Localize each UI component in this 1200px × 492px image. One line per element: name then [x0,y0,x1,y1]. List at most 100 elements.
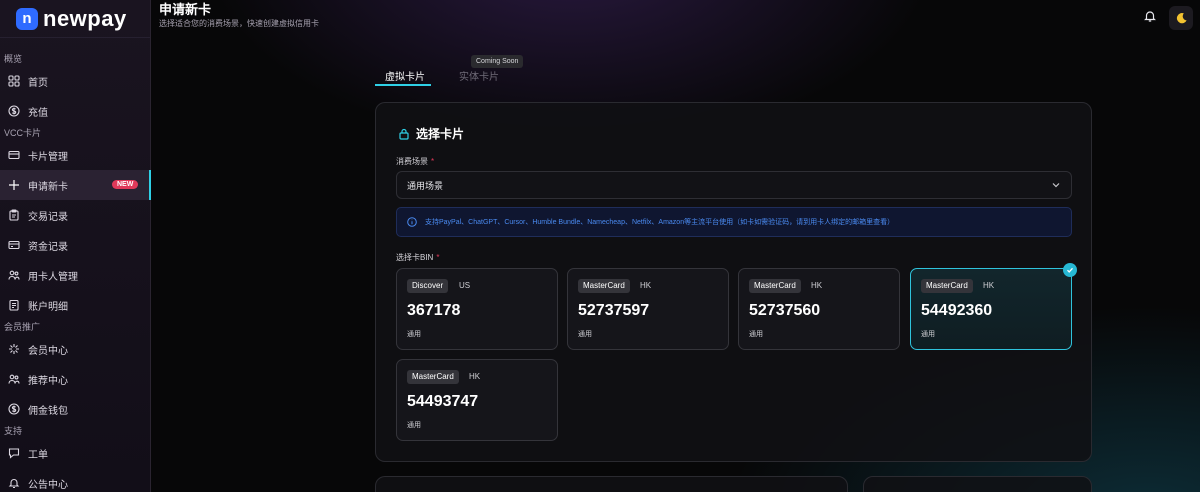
card-brand-tag: MasterCard [407,370,459,384]
sidebar-item-label: 佣金钱包 [28,405,68,417]
sidebar-item-label: 资金记录 [28,241,68,253]
users-icon [8,373,20,385]
new-badge: NEW [112,180,139,189]
chat-icon [8,447,20,459]
sidebar-item-announcements[interactable]: 公告中心 [0,468,150,492]
bin-option[interactable]: MasterCard HK 52737597 通用 [567,268,729,350]
bin-scene: 通用 [407,331,421,338]
logo-mark: n [16,7,38,30]
bin-option-selected[interactable]: MasterCard HK 54492360 通用 [910,263,1077,350]
card-icon [8,149,20,161]
card-brand-tag: MasterCard [921,279,973,293]
card-brand-tag: Discover [407,279,449,293]
card-region: US [459,281,471,290]
sidebar-item-commission-wallet[interactable]: 佣金钱包 [0,394,150,424]
checkmark-icon [1063,263,1077,277]
sidebar-item-recharge[interactable]: 充值 [0,96,150,126]
nav-section-vcc: VCC卡片 [4,128,42,138]
active-tab-indicator [375,84,431,86]
sidebar-item-label: 工单 [28,449,48,461]
main-content: 申请新卡 选择适合您的消费场景，快速创建虚拟信用卡 虚拟卡片 实体卡片 Comi… [151,0,1200,492]
scene-label-text: 消费场景 [396,157,428,166]
sidebar-item-label: 交易记录 [28,211,68,223]
theme-toggle-button[interactable] [1169,6,1193,30]
coming-soon-tooltip: Coming Soon [471,55,524,68]
bin-label-text: 选择卡BIN [396,253,434,262]
bottom-panel-right [863,476,1092,492]
top-bar: 申请新卡 选择适合您的消费场景，快速创建虚拟信用卡 [151,0,1200,38]
bin-option[interactable]: Discover US 367178 通用 [396,268,558,350]
bin-scene: 通用 [749,331,763,338]
sidebar-item-transactions[interactable]: 交易记录 [0,200,150,230]
scene-label: 消费场景 * [396,156,434,167]
page-subtitle: 选择适合您的消费场景，快速创建虚拟信用卡 [159,19,319,28]
sidebar-item-label: 公告中心 [28,479,68,491]
bell-icon [8,477,20,489]
sidebar-item-tickets[interactable]: 工单 [0,438,150,468]
sidebar-item-cardholders[interactable]: 用卡人管理 [0,260,150,290]
tab-virtual-card[interactable]: 虚拟卡片 [385,68,425,83]
sidebar-item-fund-records[interactable]: 资金记录 [0,230,150,260]
nav-section-promotion: 会员推广 [4,322,41,332]
sidebar-item-apply-card[interactable]: 申请新卡 NEW [0,170,151,200]
bin-scene: 通用 [407,422,421,429]
lock-icon [399,128,409,140]
sidebar-item-label: 首页 [28,77,48,89]
top-actions [1143,3,1193,30]
select-card-panel: 选择卡片 消费场景 * 通用场景 支持PayPal、ChatGPT、Cursor、… [375,102,1092,462]
sidebar-item-label: 账户明细 [28,301,68,313]
chevron-down-icon [1052,183,1060,188]
dollar-icon [8,403,20,415]
card-region: HK [983,281,995,290]
sidebar-item-label: 推荐中心 [28,375,68,387]
logo[interactable]: n newpay [0,0,150,38]
dollar-icon [8,105,20,117]
sidebar-item-label: 用卡人管理 [28,271,78,283]
sidebar-item-member-center[interactable]: 会员中心 [0,334,150,364]
card-region: HK [469,372,481,381]
page-title: 申请新卡 [159,2,212,17]
panel-title: 选择卡片 [398,125,464,142]
notice-text: 支持PayPal、ChatGPT、Cursor、Humble Bundle、Na… [425,219,895,226]
panel-title-text: 选择卡片 [416,127,465,141]
bin-number: 54492360 [921,302,993,319]
sidebar-item-card-management[interactable]: 卡片管理 [0,140,150,170]
notification-bell-icon[interactable] [1143,9,1157,28]
nav-section-overview: 概览 [4,54,23,64]
bin-scene: 通用 [921,331,935,338]
logo-text: newpay [43,5,127,31]
sidebar-item-label: 申请新卡 [28,181,68,193]
tab-physical-card[interactable]: 实体卡片 [459,68,499,83]
moon-icon [1176,12,1187,23]
bin-option[interactable]: MasterCard HK 54493747 通用 [396,359,558,441]
bin-scene: 通用 [578,331,592,338]
app: n newpay 概览 首页 充值 VCC卡片 卡片管理 申请新卡 NEW 交易… [0,0,1200,492]
sidebar: n newpay 概览 首页 充值 VCC卡片 卡片管理 申请新卡 NEW 交易… [0,0,151,492]
scene-select-value: 通用场景 [407,180,444,191]
bin-number: 52737560 [749,302,821,319]
card-type-tabs: 虚拟卡片 实体卡片 Coming Soon [375,55,1091,88]
card-brand-tag: MasterCard [578,279,630,293]
bin-option[interactable]: MasterCard HK 52737560 通用 [738,268,900,350]
sidebar-item-referral-center[interactable]: 推荐中心 [0,364,150,394]
sidebar-item-label: 卡片管理 [28,151,68,163]
users-icon [8,269,20,281]
sidebar-item-home[interactable]: 首页 [0,66,150,96]
bin-number: 54493747 [407,393,479,410]
sidebar-item-label: 会员中心 [28,345,68,357]
scene-select[interactable]: 通用场景 [396,171,1072,199]
bin-number: 367178 [407,302,461,319]
supported-platforms-notice: 支持PayPal、ChatGPT、Cursor、Humble Bundle、Na… [396,207,1072,237]
page-heading: 申请新卡 选择适合您的消费场景，快速创建虚拟信用卡 [159,3,319,29]
sidebar-item-account-details[interactable]: 账户明细 [0,290,150,320]
card-brand-tag: MasterCard [749,279,801,293]
bin-label: 选择卡BIN * [396,252,439,263]
grid-icon [8,75,20,87]
bottom-panel-left [375,476,848,492]
info-icon [407,217,417,227]
required-mark: * [431,157,435,166]
bin-number: 52737597 [578,302,650,319]
wallet-icon [8,239,20,251]
required-mark: * [436,253,440,262]
nav-section-support: 支持 [4,426,23,436]
